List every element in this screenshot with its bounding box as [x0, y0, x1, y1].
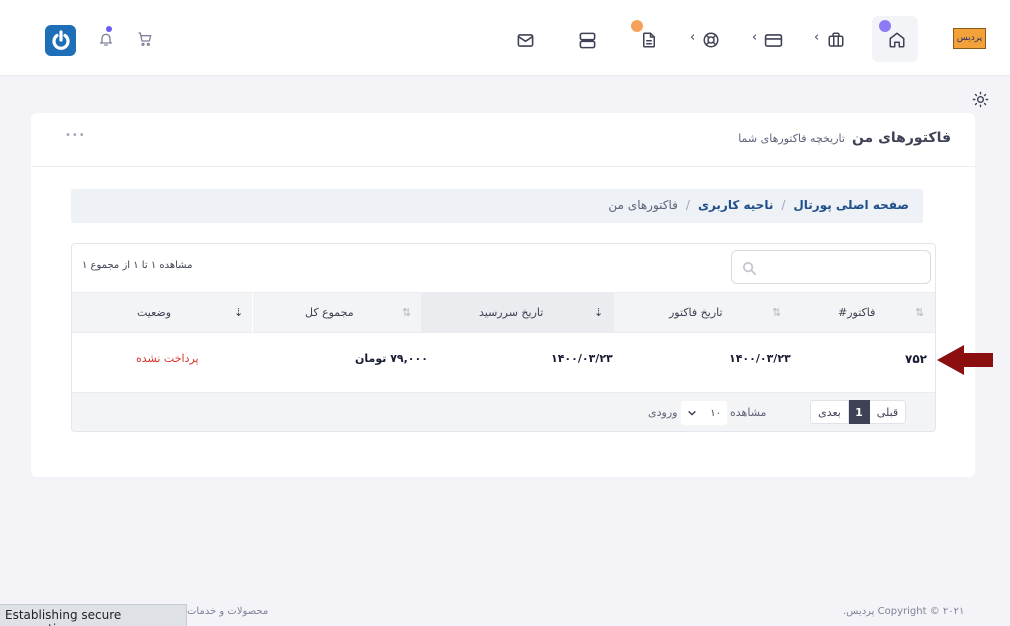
cell-status-badge: پرداخت نشده: [136, 352, 199, 365]
page-size-value: ۱۰: [710, 407, 721, 419]
mail-icon[interactable]: [514, 29, 536, 51]
sort-icon[interactable]: ⇅: [772, 306, 781, 319]
pagination-prev-button[interactable]: قبلی: [869, 400, 906, 424]
footer-copyright: ۲۰۲۱ © Copyright پردیس.: [843, 606, 965, 617]
chevron-left-icon: ‹: [690, 30, 696, 45]
briefcase-icon[interactable]: [825, 29, 847, 51]
pagination-page-1[interactable]: 1: [848, 400, 870, 424]
search-box[interactable]: [731, 250, 931, 284]
pagination-prev-label: قبلی: [876, 405, 899, 419]
table-row[interactable]: ۷۵۲ ۱۴۰۰/۰۳/۲۳ ۱۴۰۰/۰۳/۲۳ ۷۹,۰۰۰ تومان پ…: [72, 333, 935, 392]
table-info: مشاهده ۱ تا ۱ از مجموع ۱: [82, 260, 193, 271]
sort-icon[interactable]: ⇣: [234, 306, 243, 319]
table-footer: قبلی 1 بعدی مشاهده ۱۰ ورودی: [72, 392, 935, 431]
brand-logo[interactable]: پردیس: [953, 28, 986, 49]
column-header-total[interactable]: مجموع کل: [305, 292, 354, 333]
sort-icon[interactable]: ⇅: [915, 306, 924, 319]
invoices-table: مشاهده ۱ تا ۱ از مجموع ۱ فاکتور# ⇅ تاریخ…: [71, 243, 936, 432]
page-size-label: مشاهده: [730, 406, 767, 419]
breadcrumb-item-home[interactable]: صفحه اصلی پورتال: [793, 198, 909, 212]
power-icon: [51, 29, 70, 50]
pagination-page-label: 1: [855, 405, 863, 419]
brand-logo-text: پردیس: [956, 33, 983, 43]
page-title: فاکتورهای من: [851, 130, 951, 146]
lifebuoy-icon[interactable]: [700, 29, 722, 51]
card-header: فاکتورهای من تاریخچه فاکتورهای شما •••: [31, 113, 975, 167]
pagination-next-label: بعدی: [818, 405, 841, 419]
breadcrumb-list: صفحه اصلی پورتال / ناحیه کاربری / فاکتور…: [608, 198, 909, 212]
credit-card-icon[interactable]: [762, 29, 784, 51]
breadcrumb: صفحه اصلی پورتال / ناحیه کاربری / فاکتور…: [71, 189, 923, 223]
column-divider: [252, 292, 253, 333]
entries-label: ورودی: [648, 406, 678, 419]
document-icon[interactable]: [638, 29, 660, 51]
bell-badge: [106, 26, 112, 32]
chevron-left-icon: ‹: [814, 30, 820, 45]
sort-icon[interactable]: ⇅: [402, 306, 411, 319]
pagination-next-button[interactable]: بعدی: [810, 400, 849, 424]
invoices-card: فاکتورهای من تاریخچه فاکتورهای شما ••• ص…: [31, 113, 975, 477]
sort-icon[interactable]: ⇣: [594, 306, 603, 319]
cell-due-date: ۱۴۰۰/۰۳/۲۳: [551, 352, 613, 365]
page-title-group: فاکتورهای من تاریخچه فاکتورهای شما: [738, 130, 951, 146]
search-input[interactable]: [766, 255, 922, 279]
breadcrumb-item-user-area[interactable]: ناحیه کاربری: [698, 198, 773, 212]
annotation-arrow-icon: [937, 345, 993, 375]
column-header-invoice[interactable]: فاکتور#: [838, 292, 875, 333]
footer-links[interactable]: محصولات و خدمات: [187, 606, 268, 617]
cell-total: ۷۹,۰۰۰ تومان: [355, 352, 428, 365]
sun-icon[interactable]: [970, 89, 990, 109]
cell-invoice-date: ۱۴۰۰/۰۳/۲۳: [729, 352, 791, 365]
power-button[interactable]: [45, 25, 76, 56]
page-subtitle: تاریخچه فاکتورهای شما: [738, 132, 845, 145]
column-header-invoice-date[interactable]: تاریخ فاکتور: [669, 292, 723, 333]
column-header-status[interactable]: وضعیت: [137, 292, 171, 333]
browser-status-bar: Establishing secure connection...: [0, 604, 187, 626]
chevron-left-icon: ‹: [752, 30, 758, 45]
home-icon[interactable]: [886, 29, 908, 51]
page-size-select[interactable]: ۱۰: [681, 401, 727, 425]
bell-icon[interactable]: [96, 29, 116, 49]
search-icon: [742, 261, 757, 276]
cart-icon[interactable]: [135, 29, 155, 49]
cell-invoice-number[interactable]: ۷۵۲: [905, 352, 927, 366]
server-icon[interactable]: [576, 29, 598, 51]
more-options-icon[interactable]: •••: [65, 130, 86, 141]
chevron-down-icon: [688, 411, 696, 416]
column-header-due-date[interactable]: تاریخ سررسید: [479, 292, 543, 333]
breadcrumb-separator: /: [781, 198, 786, 212]
breadcrumb-item-current: فاکتورهای من: [608, 198, 678, 212]
breadcrumb-separator: /: [685, 198, 690, 212]
top-navbar: پردیس ‹ ‹ ‹: [0, 0, 1010, 76]
